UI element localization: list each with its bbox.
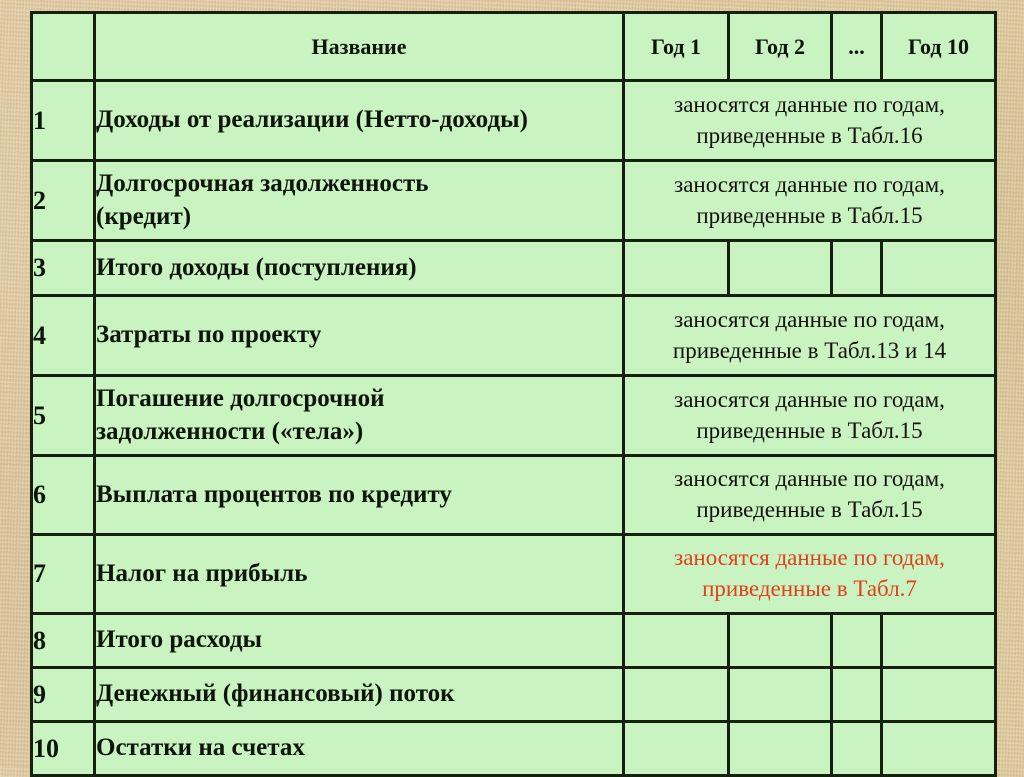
value-cell-year-2[interactable] (727, 239, 833, 297)
row-number-cell: 2 (30, 159, 96, 242)
table-row: 1 Доходы от реализации (Нетто-доходы) зано… (30, 79, 997, 162)
table-row: 6 Выплата процентов по кредиту заносятся д… (30, 454, 997, 536)
table-row: 3 Итого доходы (поступления) (30, 239, 997, 297)
row-number-cell: 1 (30, 79, 96, 162)
header-row: Название Год 1 Год 2 ... Год 10 (30, 11, 997, 82)
row-name-cell: Доходы от реализации (Нетто-доходы) (93, 79, 625, 162)
row-name-cell: Погашение долгосрочной задолженности («т… (93, 374, 625, 457)
table-row: 10 Остатки на счетах (30, 720, 997, 777)
value-cell-year-2[interactable] (727, 720, 833, 777)
row-number-cell: 10 (30, 720, 96, 777)
header-cell-name: Название (93, 11, 625, 82)
row-name-cell: Налог на прибыль (93, 533, 625, 615)
header-cell-year-10: Год 10 (880, 11, 997, 82)
row-number-cell: 9 (30, 666, 96, 723)
value-cell-year-ellipsis[interactable] (830, 239, 883, 297)
row-number-cell: 8 (30, 612, 96, 669)
row-name-cell: Затраты по проекту (93, 294, 625, 377)
row-number-cell: 7 (30, 533, 96, 615)
value-cell-year-1[interactable] (622, 666, 730, 723)
row-name-cell: Остатки на счетах (93, 720, 625, 777)
value-cell-year-ellipsis[interactable] (830, 612, 883, 669)
value-cell-year-ellipsis[interactable] (830, 720, 883, 777)
table-body: 1 Доходы от реализации (Нетто-доходы) зано… (30, 79, 997, 777)
value-cell-year-2[interactable] (727, 666, 833, 723)
header-cell-year-2: Год 2 (727, 11, 833, 82)
table-row: 2 Долгосрочная задолженность (кредит) зано… (30, 159, 997, 242)
row-number-cell: 5 (30, 374, 96, 457)
value-cell-year-2[interactable] (727, 612, 833, 669)
value-cell-year-1[interactable] (622, 720, 730, 777)
value-cell-year-ellipsis[interactable] (830, 666, 883, 723)
table-row: 7 Налог на прибыль заносятся данные по год… (30, 533, 997, 615)
row-note-cell: заносятся данные по годам, приведенные в… (622, 159, 997, 242)
value-cell-year-10[interactable] (880, 612, 997, 669)
value-cell-year-10[interactable] (880, 239, 997, 297)
row-name-cell: Долгосрочная задолженность (кредит) (93, 159, 625, 242)
value-cell-year-10[interactable] (880, 666, 997, 723)
row-name-cell: Выплата процентов по кредиту (93, 454, 625, 536)
table-row: 5 Погашение долгосрочной задолженности («… (30, 374, 997, 457)
row-note-cell: заносятся данные по годам, приведенные в… (622, 374, 997, 457)
row-name-cell: Денежный (финансовый) поток (93, 666, 625, 723)
row-name-cell: Итого доходы (поступления) (93, 239, 625, 297)
row-note-cell: заносятся данные по годам, приведенные в… (622, 454, 997, 536)
row-number-cell: 3 (30, 239, 96, 297)
row-note-cell: заносятся данные по годам, приведенные в… (622, 79, 997, 162)
row-note-cell: заносятся данные по годам, приведенные в… (622, 533, 997, 615)
table-row: 8 Итого расходы (30, 612, 997, 669)
table-row: 9 Денежный (финансовый) поток (30, 666, 997, 723)
row-number-cell: 6 (30, 454, 96, 536)
header-cell-number (30, 11, 96, 82)
value-cell-year-10[interactable] (880, 720, 997, 777)
table-row: 4 Затраты по проекту заносятся данные по г… (30, 294, 997, 377)
header-cell-ellipsis: ... (830, 11, 883, 82)
header-cell-year-1: Год 1 (622, 11, 730, 82)
row-number-cell: 4 (30, 294, 96, 377)
row-note-cell: заносятся данные по годам, приведенные в… (622, 294, 997, 377)
value-cell-year-1[interactable] (622, 239, 730, 297)
table-header: Название Год 1 Год 2 ... Год 10 (30, 11, 997, 82)
cashflow-table: Название Год 1 Год 2 ... Год 10 1 Доходы … (30, 11, 997, 777)
row-name-cell: Итого расходы (93, 612, 625, 669)
slide-canvas: Название Год 1 Год 2 ... Год 10 1 Доходы … (0, 0, 1024, 777)
value-cell-year-1[interactable] (622, 612, 730, 669)
